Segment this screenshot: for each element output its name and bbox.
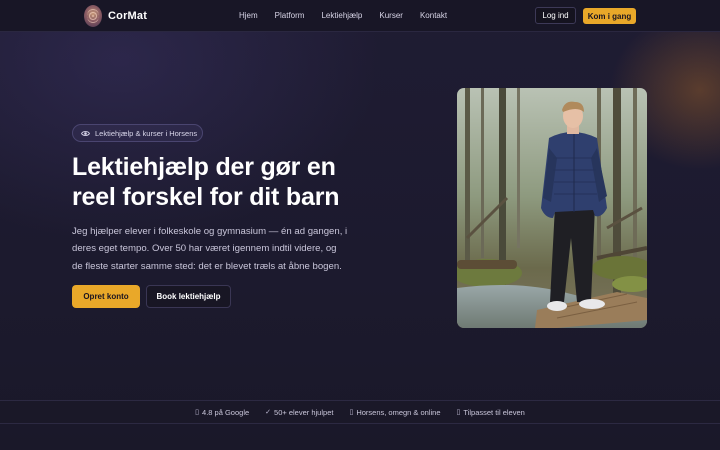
login-button[interactable]: Log ind <box>535 7 576 24</box>
location-badge: Lektiehjælp & kurser i Horsens <box>72 124 203 142</box>
hero-title-line: reel forskel for dit barn <box>72 183 340 211</box>
trust-strip: ▯ 4.8 på Google ✓ 50+ elever hjulpet ▯ H… <box>0 400 720 424</box>
create-account-button[interactable]: Opret konto <box>72 285 140 308</box>
book-tutoring-button[interactable]: Book lektiehjælp <box>146 285 231 308</box>
star-icon: ▯ <box>195 409 200 416</box>
trust-item-tailored: ▯ Tilpasset til eleven <box>457 408 525 417</box>
user-icon: ▯ <box>456 409 461 416</box>
eye-icon <box>81 130 90 136</box>
hero-description-line: Jeg hjælper elever i folkeskole og gymna… <box>72 226 348 237</box>
trust-item-label: 4.8 på Google <box>202 407 250 417</box>
get-started-button[interactable]: Kom i gang <box>583 8 636 24</box>
badge-text: Lektiehjælp & kurser i Horsens <box>95 128 198 138</box>
nav-link-hjem[interactable]: Hjem <box>239 11 258 20</box>
nav-links: Hjem Platform Lektiehjælp Kurser Kontakt <box>239 11 464 20</box>
hero-description-line: de fleste starter samme sted: det er ble… <box>72 260 342 272</box>
nav-link-kontakt[interactable]: Kontakt <box>420 11 447 20</box>
nav-link-kurser[interactable]: Kurser <box>379 11 403 20</box>
tutor-photo <box>457 88 647 328</box>
hero-description: Jeg hjælper elever i folkeskole og gymna… <box>72 223 362 275</box>
hero-title-line: Lektiehjælp der gør en <box>72 153 336 181</box>
check-icon: ✓ <box>265 409 272 416</box>
location-icon: ▯ <box>349 409 354 416</box>
trust-item-label: 50+ elever hjulpet <box>274 407 334 417</box>
hero-title: Lektiehjælp der gør en reel forskel for … <box>72 152 372 212</box>
hero-description-line: deres eget tempo. Over 50 har været igen… <box>72 243 337 255</box>
trust-item-label: Tilpasset til eleven <box>463 407 525 417</box>
brand-name: CorMat <box>108 10 148 22</box>
trust-item-students: ✓ 50+ elever hjulpet <box>265 408 333 417</box>
brand[interactable]: CorMat <box>84 5 147 27</box>
trust-item-rating: ▯ 4.8 på Google <box>195 408 249 417</box>
page: CorMat Hjem Platform Lektiehjælp Kurser … <box>0 0 720 450</box>
nav-link-platform[interactable]: Platform <box>275 11 305 20</box>
top-navbar: CorMat Hjem Platform Lektiehjælp Kurser … <box>0 0 720 32</box>
trust-item-location: ▯ Horsens, omegn & online <box>349 408 440 417</box>
brain-logo-icon <box>84 5 102 27</box>
trust-item-label: Horsens, omegn & online <box>356 407 441 417</box>
nav-link-lektiehjaelp[interactable]: Lektiehjælp <box>321 11 362 20</box>
